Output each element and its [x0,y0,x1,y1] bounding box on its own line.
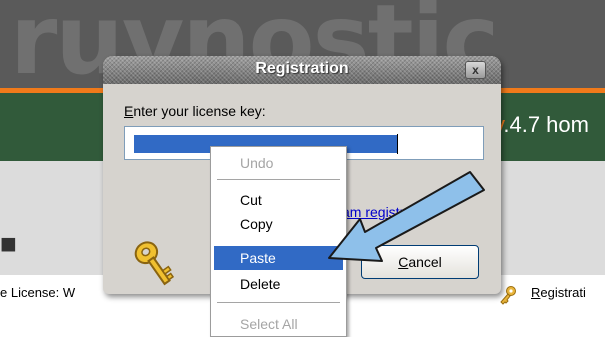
close-button[interactable]: x [465,61,486,79]
context-menu: Undo Cut Copy Paste Delete Select All [210,146,347,337]
menu-item-select-all[interactable]: Select All [214,312,343,336]
menu-item-paste[interactable]: Paste [214,246,343,270]
menu-separator [217,179,340,180]
text-caret [397,134,398,154]
registration-help-link[interactable]: am registra [342,204,412,220]
license-key-label: Enter your license key: [124,103,266,119]
version-number: .4.7 hom [503,112,589,137]
logo-fragment-icon: ■ [0,228,17,259]
cancel-button-label: Cancel [398,254,442,270]
menu-item-cut[interactable]: Cut [214,188,343,212]
menu-item-copy[interactable]: Copy [214,212,343,236]
menu-separator [217,302,340,303]
registration-link[interactable]: Registrati [531,285,586,300]
gold-key-icon [134,241,175,286]
registration-link-label[interactable]: Registrati [531,285,586,300]
license-status-text: e License: W [0,285,76,300]
cancel-button[interactable]: Cancel [361,245,479,279]
menu-item-undo[interactable]: Undo [214,151,343,175]
menu-item-delete[interactable]: Delete [214,272,343,296]
registration-key-icon[interactable] [498,285,518,305]
dialog-titlebar[interactable]: Registration x [103,56,501,84]
version-text: v.4.7 hom [494,112,589,138]
dialog-title: Registration [255,60,349,77]
